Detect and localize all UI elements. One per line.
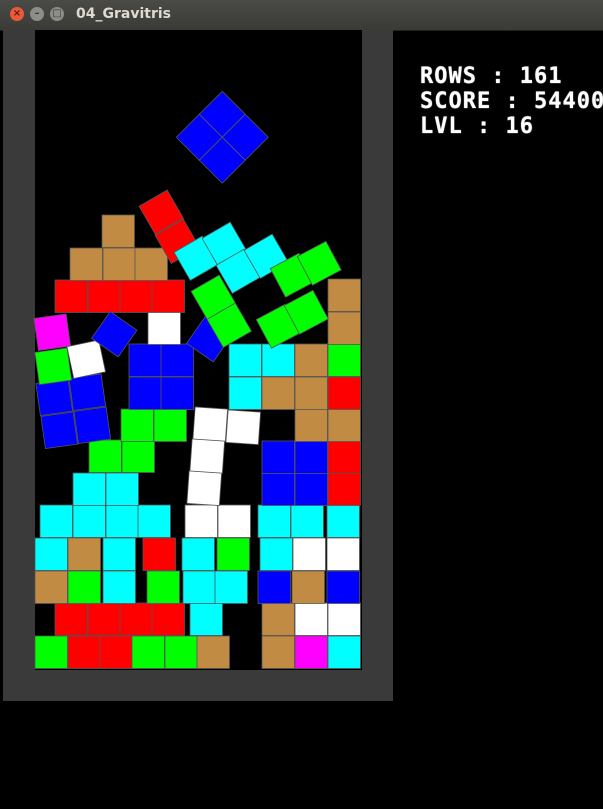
red-block bbox=[87, 279, 121, 313]
brown-block bbox=[67, 537, 101, 571]
green-block bbox=[164, 635, 198, 669]
red-block bbox=[327, 472, 361, 506]
cyan-block bbox=[214, 570, 248, 604]
green-block bbox=[88, 439, 122, 473]
white-block bbox=[147, 311, 181, 345]
cyan-block bbox=[102, 537, 136, 571]
green-block bbox=[146, 570, 180, 604]
cyan-block bbox=[261, 343, 295, 377]
red-block bbox=[119, 602, 153, 636]
cyan-block bbox=[72, 504, 106, 538]
blue-block-tilted bbox=[73, 406, 112, 445]
blue-block bbox=[261, 440, 295, 474]
blue-block bbox=[128, 343, 162, 377]
red-block bbox=[327, 376, 361, 410]
green-block bbox=[67, 570, 101, 604]
red-block bbox=[87, 602, 121, 636]
cyan-block bbox=[102, 570, 136, 604]
green-block bbox=[34, 635, 68, 669]
red-block bbox=[119, 279, 153, 313]
cyan-block bbox=[182, 570, 216, 604]
magenta-block bbox=[294, 635, 328, 669]
brown-block bbox=[327, 311, 361, 345]
cyan-block bbox=[259, 537, 293, 571]
red-block bbox=[151, 602, 185, 636]
green-block bbox=[153, 408, 187, 442]
blue-block bbox=[160, 343, 194, 377]
blue-block bbox=[294, 472, 328, 506]
score-panel: ROWS : 161 SCORE : 54400 LVL : 16 bbox=[420, 64, 603, 139]
magenta-block-tilted bbox=[33, 313, 72, 352]
cyan-block bbox=[327, 635, 361, 669]
white-block bbox=[184, 504, 218, 538]
green-block bbox=[216, 537, 250, 571]
white-block bbox=[326, 537, 360, 571]
green-block-tilted bbox=[34, 347, 73, 386]
brown-block bbox=[34, 570, 68, 604]
brown-block bbox=[294, 343, 328, 377]
brown-block bbox=[327, 408, 361, 442]
blue-block bbox=[128, 376, 162, 410]
cyan-block bbox=[290, 504, 324, 538]
green-block bbox=[131, 635, 165, 669]
cyan-block bbox=[326, 504, 360, 538]
red-block bbox=[142, 537, 176, 571]
brown-block bbox=[291, 570, 325, 604]
cyan-block bbox=[137, 504, 171, 538]
blue-block bbox=[326, 570, 360, 604]
brown-block bbox=[101, 214, 135, 248]
cyan-block bbox=[105, 504, 139, 538]
red-block bbox=[99, 635, 133, 669]
white-block bbox=[217, 504, 251, 538]
blue-block-tilted bbox=[68, 373, 107, 412]
brown-block bbox=[261, 376, 295, 410]
cyan-block bbox=[39, 504, 73, 538]
white-block-tilted bbox=[225, 409, 262, 446]
brown-block bbox=[261, 602, 295, 636]
green-block bbox=[121, 439, 155, 473]
white-block bbox=[327, 602, 361, 636]
cyan-block bbox=[72, 472, 106, 506]
blue-block bbox=[261, 472, 295, 506]
brown-block bbox=[294, 376, 328, 410]
white-block-tilted bbox=[192, 406, 229, 443]
brown-block bbox=[327, 278, 361, 312]
blue-block-tilted bbox=[40, 411, 79, 450]
cyan-block bbox=[34, 537, 68, 571]
cyan-block bbox=[257, 504, 291, 538]
blue-block bbox=[160, 376, 194, 410]
white-block-tilted bbox=[189, 438, 226, 475]
red-block bbox=[54, 602, 88, 636]
score-counter: SCORE : 54400 bbox=[420, 89, 603, 114]
brown-block bbox=[196, 635, 230, 669]
red-block bbox=[151, 279, 185, 313]
blue-block bbox=[294, 440, 328, 474]
green-block bbox=[327, 343, 361, 377]
brown-block bbox=[294, 408, 328, 442]
white-block bbox=[294, 602, 328, 636]
brown-block bbox=[69, 247, 103, 281]
red-block bbox=[327, 440, 361, 474]
cyan-block bbox=[181, 537, 215, 571]
brown-block bbox=[134, 247, 168, 281]
white-block-tilted bbox=[66, 339, 106, 379]
brown-block bbox=[261, 635, 295, 669]
cyan-block bbox=[228, 376, 262, 410]
cyan-block bbox=[189, 602, 223, 636]
white-block bbox=[292, 537, 326, 571]
cyan-block bbox=[228, 343, 262, 377]
green-block bbox=[120, 408, 154, 442]
rows-counter: ROWS : 161 bbox=[420, 64, 563, 89]
red-block bbox=[67, 635, 101, 669]
brown-block bbox=[102, 247, 136, 281]
cyan-block bbox=[105, 472, 139, 506]
white-block-tilted bbox=[186, 470, 223, 507]
red-block bbox=[54, 279, 88, 313]
level-counter: LVL : 16 bbox=[420, 114, 534, 139]
blue-block bbox=[257, 570, 291, 604]
